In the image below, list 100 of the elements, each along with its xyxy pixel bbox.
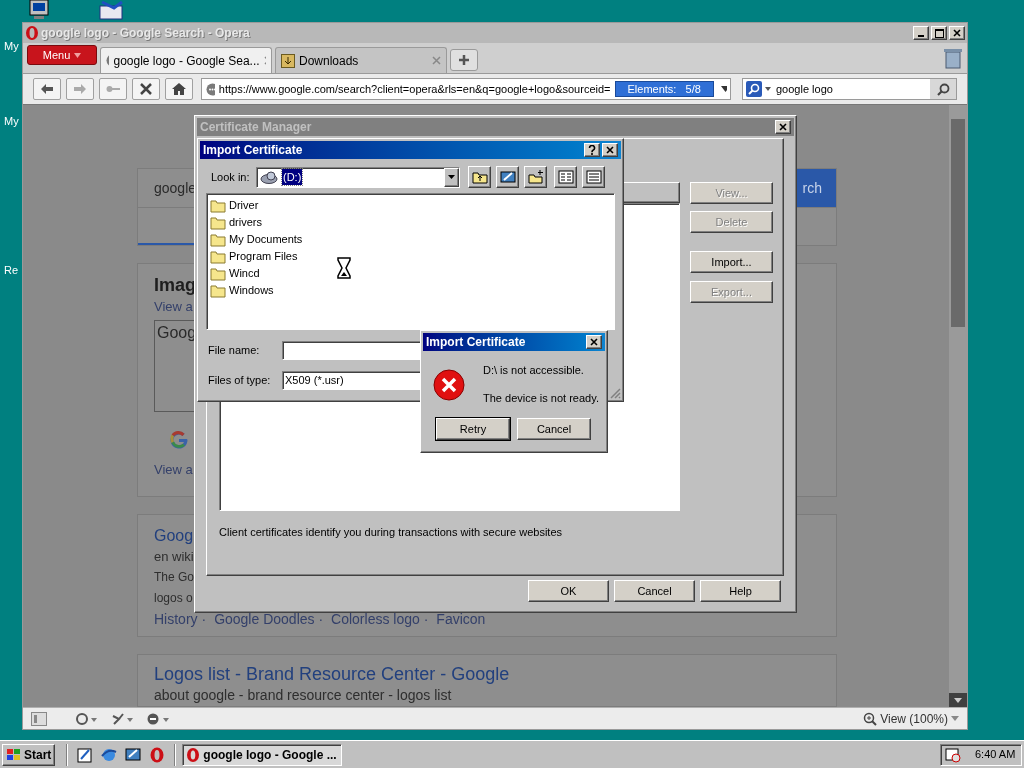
home-button[interactable] xyxy=(165,78,193,100)
search-button[interactable] xyxy=(930,79,956,99)
result-snippet: The Go xyxy=(154,568,195,586)
start-button[interactable]: Start xyxy=(2,743,56,766)
folder-icon xyxy=(210,198,226,213)
result-url: en wiki xyxy=(154,547,194,566)
dialog-button[interactable]: OK xyxy=(528,580,609,602)
close-button[interactable] xyxy=(949,26,965,40)
search-field[interactable]: google logo xyxy=(742,78,957,100)
desktop-shortcut-icon[interactable] xyxy=(125,746,142,763)
close-icon xyxy=(953,29,961,37)
stop-button[interactable] xyxy=(132,78,160,100)
close-button[interactable] xyxy=(586,335,602,349)
new-folder-button[interactable] xyxy=(524,166,547,188)
window-title: Import Certificate xyxy=(426,334,526,351)
window-title: Certificate Manager xyxy=(200,119,312,136)
desktop-icon-label[interactable]: My xyxy=(4,113,19,130)
download-icon xyxy=(281,53,295,68)
desktop-icon-label[interactable]: Re xyxy=(4,262,19,279)
dialog-button[interactable]: Cancel xyxy=(614,580,695,602)
details-view-icon xyxy=(585,170,602,184)
panel-toggle-icon[interactable] xyxy=(31,711,47,726)
folder-icon xyxy=(210,266,226,281)
clock: 6:40 AM xyxy=(975,747,1016,763)
folder-item[interactable]: Driver xyxy=(210,197,614,214)
address-field[interactable]: https://www.google.com/search?client=opera&rls=en&q=google+logo&sourceid= Elements: 5/8 xyxy=(201,78,731,100)
desktop-button[interactable] xyxy=(496,166,519,188)
dialog-button[interactable]: Cancel xyxy=(517,418,591,440)
list-view-button[interactable] xyxy=(554,166,577,188)
browser-tab[interactable]: google logo - Google Sea... xyxy=(100,47,272,73)
browser-globe-icon[interactable] xyxy=(101,746,118,763)
folder-icon xyxy=(210,283,226,298)
dialog-button[interactable]: Retry xyxy=(436,418,510,440)
notepad-icon[interactable] xyxy=(77,746,94,763)
folder-item[interactable]: drivers xyxy=(210,214,614,231)
new-tab-button[interactable] xyxy=(450,49,478,71)
network-icon[interactable] xyxy=(111,711,133,726)
maximize-button[interactable] xyxy=(931,26,947,40)
cd-drive-icon xyxy=(260,170,278,184)
minimize-button[interactable] xyxy=(913,26,929,40)
folder-item[interactable]: Program Files xyxy=(210,248,614,265)
dialog-button[interactable]: Help xyxy=(700,580,781,602)
sync-icon[interactable] xyxy=(75,711,97,726)
back-button[interactable] xyxy=(33,78,61,100)
section-heading: Imag xyxy=(154,273,196,296)
hourglass-cursor-icon xyxy=(337,257,351,279)
search-query: google xyxy=(154,178,197,198)
zoom-icon xyxy=(863,711,878,726)
description-text: Client certificates identify you during transactions with secure websites xyxy=(219,525,563,540)
result-url: about google - brand resource center - logos list xyxy=(154,686,452,705)
folder-icon xyxy=(210,215,226,230)
help-button[interactable] xyxy=(584,143,600,157)
close-icon xyxy=(590,338,598,346)
desktop-icon-label[interactable]: My xyxy=(4,38,19,55)
folder-icon xyxy=(210,249,226,264)
zoom-control[interactable]: View (100%) xyxy=(863,709,959,728)
menu-button[interactable]: Menu xyxy=(27,45,97,65)
up-folder-button[interactable] xyxy=(468,166,491,188)
dropdown-icon[interactable] xyxy=(720,86,727,92)
error-icon xyxy=(433,369,465,401)
taskbar-window-button[interactable]: google logo - Google ... xyxy=(182,743,343,766)
scrollbar[interactable] xyxy=(949,105,967,707)
dialog-button[interactable]: Import... xyxy=(690,251,773,273)
close-icon xyxy=(606,146,614,154)
caret-icon xyxy=(74,52,82,58)
search-icon xyxy=(936,82,950,96)
close-button[interactable] xyxy=(602,143,618,157)
stop-icon xyxy=(139,83,153,95)
inbox-icon[interactable] xyxy=(98,0,126,20)
window-title: google logo - Google Search - Opera xyxy=(41,25,250,42)
elements-badge: Elements: 5/8 xyxy=(614,81,714,97)
look-in-dropdown[interactable]: (D:) xyxy=(256,166,460,188)
new-folder-icon xyxy=(527,170,544,184)
list-view-icon xyxy=(557,170,574,184)
close-button[interactable] xyxy=(775,120,791,134)
forward-icon xyxy=(73,83,87,95)
search-engine-icon[interactable] xyxy=(746,81,772,97)
folder-item[interactable]: Windows xyxy=(210,282,614,299)
browser-tab[interactable]: Downloads xyxy=(275,47,447,73)
error-message: The device is not ready. xyxy=(483,390,599,406)
folder-icon xyxy=(210,232,226,247)
desktop-icon xyxy=(499,170,516,184)
help-icon xyxy=(588,145,596,155)
dropdown-icon xyxy=(448,175,455,179)
scroll-down-icon[interactable] xyxy=(954,697,962,703)
speed-dial-icon[interactable] xyxy=(147,711,169,726)
details-view-button[interactable] xyxy=(582,166,605,188)
folder-item[interactable]: Wincd xyxy=(210,265,614,282)
resize-grip-icon[interactable] xyxy=(609,387,621,399)
plus-icon xyxy=(458,54,470,66)
computer-icon[interactable] xyxy=(28,0,50,20)
scheduler-icon[interactable] xyxy=(945,746,961,763)
opera-logo-icon[interactable] xyxy=(149,746,166,763)
tab-title: Downloads xyxy=(299,52,360,70)
caret-icon xyxy=(951,716,959,721)
look-in-label: Look in: xyxy=(211,169,251,185)
close-icon xyxy=(779,123,787,131)
maximize-icon xyxy=(934,28,944,38)
folder-item[interactable]: My Documents xyxy=(210,231,614,248)
up-folder-icon xyxy=(471,170,488,184)
